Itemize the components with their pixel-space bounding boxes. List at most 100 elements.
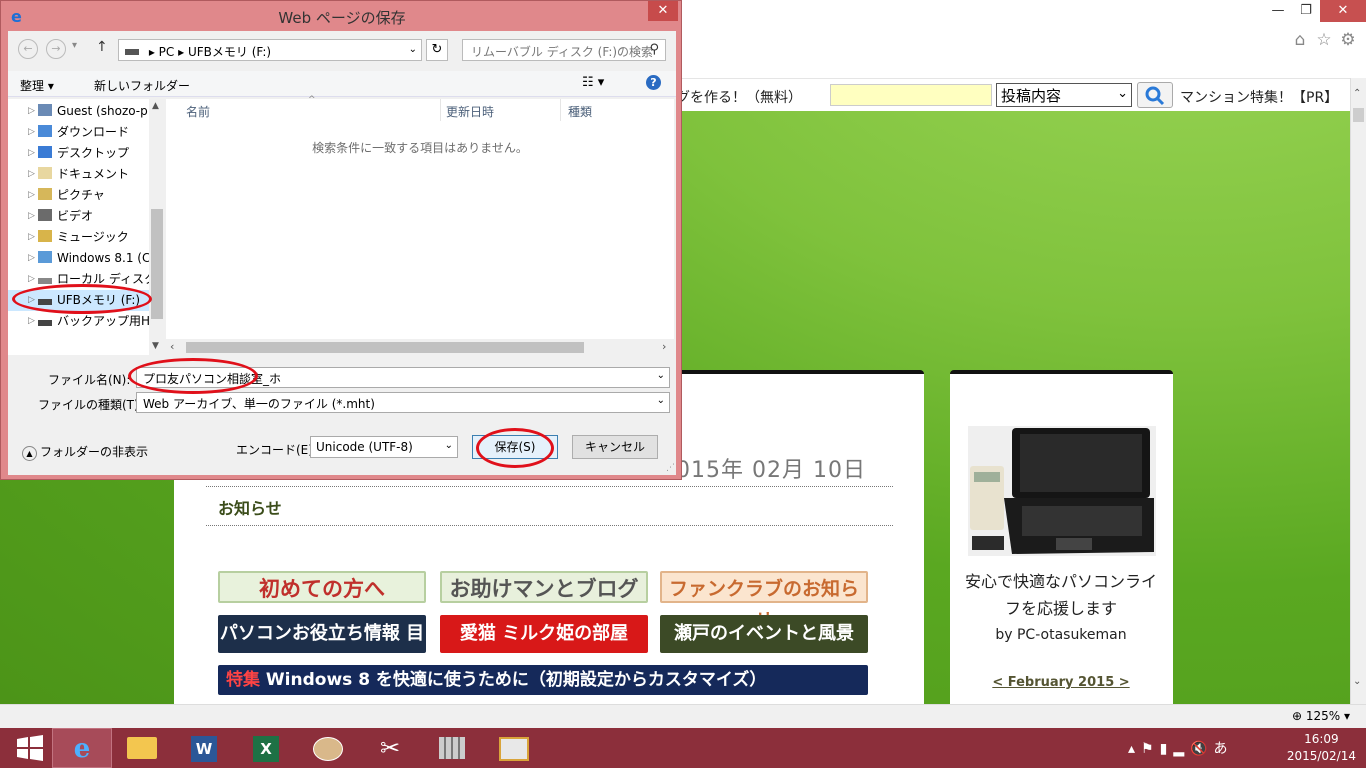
ime-indicator[interactable]: あ xyxy=(1214,741,1234,757)
forward-arrow-icon[interactable]: → xyxy=(46,39,66,59)
chevron-down-icon: ⌄ xyxy=(1117,86,1128,101)
volume-muted-icon[interactable]: 🔇 xyxy=(1190,741,1213,757)
up-arrow-icon[interactable]: ↑ xyxy=(96,39,108,55)
taskbar-window-app[interactable] xyxy=(484,728,544,768)
folder-icon xyxy=(127,737,157,759)
scroll-up-icon[interactable]: ▲ xyxy=(152,101,159,111)
organize-button[interactable]: 整理 ▾ xyxy=(20,77,54,94)
blog-search-input[interactable] xyxy=(830,84,992,106)
internet-explorer-icon: e xyxy=(73,734,91,764)
home-icon[interactable]: ⌂ xyxy=(1290,30,1310,50)
chevron-down-icon[interactable]: ⌄ xyxy=(657,370,665,381)
tree-item-documents[interactable]: ▷ ドキュメント xyxy=(8,164,156,185)
banner-cat-room[interactable]: 愛猫 ミルク姫の部屋 xyxy=(440,615,648,653)
column-header-modified[interactable]: 更新日時 xyxy=(446,103,494,120)
resize-grip-icon[interactable]: ⋰ xyxy=(666,463,675,473)
tree-item-windows-c[interactable]: ▷ Windows 8.1 (C xyxy=(8,248,156,269)
scroll-thumb[interactable] xyxy=(186,342,584,353)
banner-first-time[interactable]: 初めての方へ xyxy=(218,571,426,603)
tree-item-pictures[interactable]: ▷ ピクチャ xyxy=(8,185,156,206)
clock[interactable]: 16:09 2015/02/14 xyxy=(1287,731,1356,765)
tree-item-label: ビデオ xyxy=(57,209,94,223)
blog-create-link[interactable]: グを作る！（無料） xyxy=(676,87,802,107)
favorites-star-icon[interactable]: ☆ xyxy=(1314,30,1334,50)
column-separator[interactable] xyxy=(440,99,441,121)
signal-icon[interactable]: ▂ xyxy=(1173,741,1190,757)
scroll-left-icon[interactable]: ‹ xyxy=(170,340,174,353)
scroll-down-icon[interactable]: ▼ xyxy=(152,341,159,351)
tree-scrollbar[interactable]: ▲ ▼ xyxy=(149,99,165,355)
column-header-type[interactable]: 種類 xyxy=(568,103,592,120)
dialog-close-button[interactable]: ✕ xyxy=(648,1,678,21)
search-input[interactable]: リムーバブル ディスク (F:)の検索 ⚲ xyxy=(462,39,666,61)
documents-folder-icon xyxy=(38,167,52,179)
save-webpage-dialog: e Web ページの保存 ✕ ← → ▾ ↑ ▸ PC ▸ UFBメモリ (F:… xyxy=(0,0,682,480)
calendar-nav[interactable]: < February 2015 > xyxy=(955,675,1167,690)
file-list-horizontal-scrollbar[interactable]: ‹ › xyxy=(166,339,674,356)
chevron-down-icon[interactable]: ⌄ xyxy=(445,440,453,451)
flag-icon[interactable]: ⚑ xyxy=(1141,741,1160,757)
taskbar-word[interactable]: W xyxy=(174,728,234,768)
help-icon[interactable]: ? xyxy=(646,75,661,90)
desktop-folder-icon xyxy=(38,146,52,158)
tree-item-desktop[interactable]: ▷ デスクトップ xyxy=(8,143,156,164)
banner-seto-events[interactable]: 瀬戸のイベントと風景 xyxy=(660,615,868,653)
battery-icon[interactable]: ▮ xyxy=(1160,741,1174,757)
gear-icon[interactable]: ⚙ xyxy=(1338,30,1358,50)
refresh-icon[interactable]: ↻ xyxy=(426,39,448,61)
taskbar-explorer[interactable] xyxy=(112,728,172,768)
tree-item-guest[interactable]: ▷ Guest (shozo-p xyxy=(8,101,156,122)
filetype-select[interactable]: Web アーカイブ、単一のファイル (*.mht) ⌄ xyxy=(136,392,670,413)
back-arrow-icon[interactable]: ← xyxy=(18,39,38,59)
scroll-right-icon[interactable]: › xyxy=(662,340,666,353)
recent-locations-chevron-icon[interactable]: ▾ xyxy=(72,40,77,51)
category-select[interactable]: 投稿内容 ⌄ xyxy=(996,83,1132,107)
tree-item-videos[interactable]: ▷ ビデオ xyxy=(8,206,156,227)
banner-windows8-feature[interactable]: 特集 Windows 8 を快適に使うために（初期設定からカスタマイズ） xyxy=(218,665,868,695)
view-options-icon[interactable]: ☷ ▾ xyxy=(582,75,604,90)
tree-item-label: バックアップ用HDD xyxy=(57,314,156,328)
navigation-tree: ▷ Guest (shozo-p ▷ ダウンロード ▷ デスクトップ ▷ ドキュメント … xyxy=(8,99,156,355)
pr-link[interactable]: マンション特集！【PR】 xyxy=(1180,87,1338,107)
banner-otasukeman-blog[interactable]: お助けマンとブログ xyxy=(440,571,648,603)
zoom-control[interactable]: ⊕ 125% ▾ xyxy=(1292,709,1350,723)
browser-close-button[interactable]: ✕ xyxy=(1320,0,1366,22)
tree-item-label: Windows 8.1 (C xyxy=(57,251,151,265)
restore-icon[interactable]: ❐ xyxy=(1290,0,1322,22)
browser-vertical-scrollbar[interactable]: ⌃ ⌄ xyxy=(1350,78,1366,704)
tree-item-label: ピクチャ xyxy=(57,188,105,202)
taskbar-app-grid[interactable] xyxy=(422,728,482,768)
encode-select[interactable]: Unicode (UTF-8) ⌄ xyxy=(310,436,458,458)
banner-fanclub[interactable]: ファンクラブのお知らせ xyxy=(660,571,868,632)
column-separator[interactable] xyxy=(560,99,561,121)
new-folder-button[interactable]: 新しいフォルダー xyxy=(94,77,190,94)
column-header-name[interactable]: 名前 xyxy=(186,103,210,120)
tree-item-backup-hdd[interactable]: ▷バックアップ用HDD xyxy=(8,311,156,332)
system-tray[interactable]: ▴⚑▮▂🔇あ xyxy=(1128,738,1234,758)
scroll-down-icon[interactable]: ⌄ xyxy=(1353,676,1361,687)
address-bar[interactable]: ▸ PC ▸ UFBメモリ (F:) ⌄ xyxy=(118,39,422,61)
start-button[interactable] xyxy=(0,728,60,768)
tray-expand-icon[interactable]: ▴ xyxy=(1128,741,1141,757)
windows-logo-icon xyxy=(17,735,43,761)
breadcrumb-drive[interactable]: UFBメモリ (F:) xyxy=(188,45,271,59)
cancel-button[interactable]: キャンセル xyxy=(572,435,658,459)
browser-status-bar: ⊕ 125% ▾ xyxy=(0,704,1366,728)
hide-folders-button[interactable]: ▲ フォルダーの非表示 xyxy=(22,443,148,461)
chevron-down-icon[interactable]: ⌄ xyxy=(657,395,665,406)
banner-pc-tips-index[interactable]: パソコンお役立ち情報 目次 xyxy=(218,615,426,682)
scroll-up-icon[interactable]: ⌃ xyxy=(1353,88,1361,99)
taskbar-paint[interactable] xyxy=(298,728,358,768)
chevron-down-icon[interactable]: ⌄ xyxy=(409,44,417,55)
blog-search-button[interactable] xyxy=(1137,82,1173,108)
tree-item-music[interactable]: ▷ ミュージック xyxy=(8,227,156,248)
taskbar-excel[interactable]: X xyxy=(236,728,296,768)
breadcrumb-pc[interactable]: PC xyxy=(159,45,175,59)
scroll-thumb[interactable] xyxy=(151,209,163,319)
taskbar-snipping[interactable]: ✂ xyxy=(360,728,420,768)
download-folder-icon xyxy=(38,125,52,137)
scroll-thumb[interactable] xyxy=(1353,108,1364,122)
user-folder-icon xyxy=(38,104,52,116)
tree-item-downloads[interactable]: ▷ ダウンロード xyxy=(8,122,156,143)
taskbar-ie[interactable]: e xyxy=(52,728,112,768)
